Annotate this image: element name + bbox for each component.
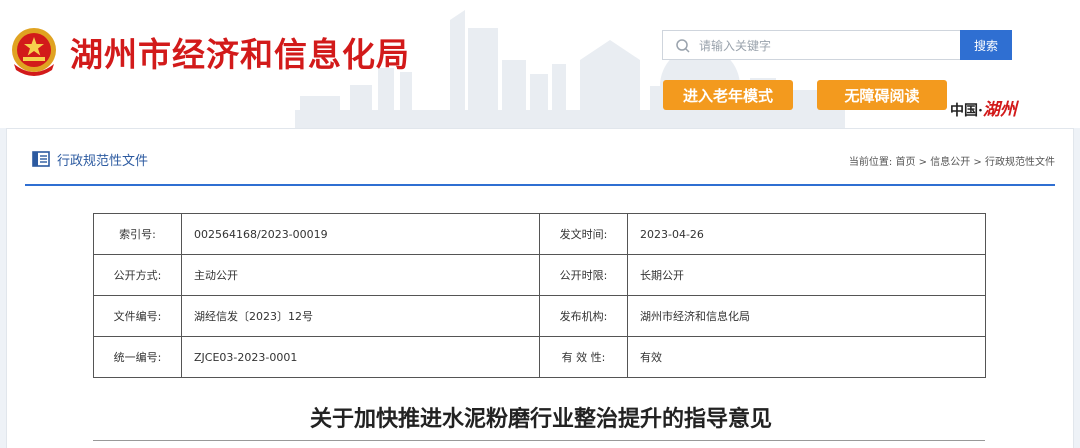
meta-key: 公开时限: (539, 254, 628, 296)
table-row: 统一编号: ZJCE03-2023-0001 有 效 性: 有效 (93, 336, 986, 378)
meta-value: 主动公开 (181, 254, 540, 296)
table-row: 文件编号: 湖经信发〔2023〕12号 发布机构: 湖州市经济和信息化局 (93, 295, 986, 337)
search-box (662, 30, 960, 61)
breadcrumb-normative-docs[interactable]: 行政规范性文件 (985, 157, 1055, 168)
search-input[interactable] (697, 31, 951, 61)
meta-value: 有效 (627, 336, 986, 378)
accessibility-reading-button[interactable]: 无障碍阅读 (817, 80, 947, 110)
breadcrumb-prefix: 当前位置: (848, 157, 893, 168)
table-row: 公开方式: 主动公开 公开时限: 长期公开 (93, 254, 986, 296)
meta-value: 002564168/2023-00019 (181, 213, 540, 255)
search-icon (676, 39, 690, 53)
meta-value: 湖经信发〔2023〕12号 (181, 295, 540, 337)
meta-key: 公开方式: (93, 254, 182, 296)
breadcrumb-separator: > (918, 157, 928, 168)
table-row: 索引号: 002564168/2023-00019 发文时间: 2023-04-… (93, 213, 986, 255)
brand-prefix: 中国· (950, 103, 983, 119)
section-header: 行政规范性文件 (32, 149, 148, 169)
document-title: 关于加快推进水泥粉磨行业整治提升的指导意见 (309, 407, 772, 432)
section-title: 行政规范性文件 (57, 153, 149, 169)
site-header: 湖州市经济和信息化局 搜索 进入老年模式 无障碍阅读 中国·湖州 (0, 0, 1080, 128)
breadcrumb-separator: > (973, 157, 982, 168)
title-divider (93, 440, 985, 441)
breadcrumb-home[interactable]: 首页 (895, 157, 915, 168)
meta-value: ZJCE03-2023-0001 (181, 336, 540, 378)
meta-key: 有 效 性: (539, 336, 628, 378)
site-title: 湖州市经济和信息化局 (70, 35, 410, 74)
meta-key: 发文时间: (539, 213, 628, 255)
document-list-icon (32, 151, 50, 167)
content-panel: 行政规范性文件 当前位置: 首页 > 信息公开 > 行政规范性文件 索引号: 0… (6, 128, 1074, 448)
breadcrumb-info-public[interactable]: 信息公开 (930, 157, 970, 168)
document-metadata-table: 索引号: 002564168/2023-00019 发文时间: 2023-04-… (93, 213, 986, 378)
meta-key: 文件编号: (93, 295, 182, 337)
meta-value: 长期公开 (627, 254, 986, 296)
china-huzhou-brand-logo: 中国·湖州 (950, 95, 1017, 120)
section-divider (25, 184, 1055, 186)
brand-city: 湖州 (982, 100, 1017, 120)
breadcrumb: 当前位置: 首页 > 信息公开 > 行政规范性文件 (849, 153, 1055, 168)
meta-value: 湖州市经济和信息化局 (627, 295, 986, 337)
search-button[interactable]: 搜索 (960, 30, 1012, 60)
national-emblem-icon (12, 28, 56, 76)
elder-mode-button[interactable]: 进入老年模式 (663, 80, 793, 110)
meta-key: 发布机构: (539, 295, 628, 337)
meta-key: 统一编号: (93, 336, 182, 378)
meta-value: 2023-04-26 (627, 213, 986, 255)
meta-key: 索引号: (93, 213, 182, 255)
